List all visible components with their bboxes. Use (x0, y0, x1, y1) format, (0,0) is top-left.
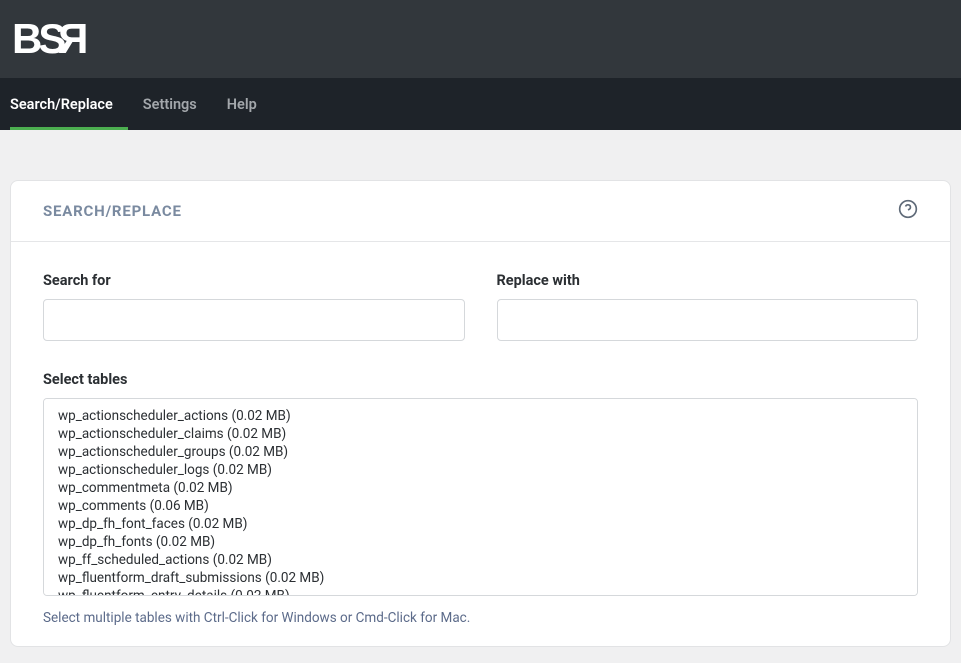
replace-label: Replace with (497, 272, 919, 289)
table-option[interactable]: wp_comments (0.06 MB) (58, 497, 917, 515)
table-option[interactable]: wp_fluentform_draft_submissions (0.02 MB… (58, 569, 917, 587)
content-area: SEARCH/REPLACE Search for Replace with (0, 130, 961, 657)
logo: BSR (12, 15, 87, 63)
tables-section: Select tables wp_actionscheduler_actions… (43, 371, 918, 626)
form-row: Search for Replace with (43, 272, 918, 341)
tables-select[interactable]: wp_actionscheduler_actions (0.02 MB)wp_a… (43, 398, 918, 596)
table-option[interactable]: wp_actionscheduler_groups (0.02 MB) (58, 443, 917, 461)
tables-label: Select tables (43, 371, 918, 388)
card-title: SEARCH/REPLACE (43, 202, 182, 220)
replace-group: Replace with (497, 272, 919, 341)
help-icon[interactable] (898, 199, 918, 223)
table-option[interactable]: wp_ff_scheduled_actions (0.02 MB) (58, 551, 917, 569)
nav-bar: Search/Replace Settings Help (0, 78, 961, 130)
tables-help-text: Select multiple tables with Ctrl-Click f… (43, 610, 918, 626)
search-label: Search for (43, 272, 465, 289)
table-option[interactable]: wp_commentmeta (0.02 MB) (58, 479, 917, 497)
table-option[interactable]: wp_actionscheduler_claims (0.02 MB) (58, 425, 917, 443)
table-option[interactable]: wp_fluentform_entry_details (0.02 MB) (58, 587, 917, 596)
table-option[interactable]: wp_actionscheduler_logs (0.02 MB) (58, 461, 917, 479)
replace-input[interactable] (497, 299, 919, 341)
card-header: SEARCH/REPLACE (11, 181, 950, 242)
search-replace-card: SEARCH/REPLACE Search for Replace with (10, 180, 951, 647)
table-option[interactable]: wp_dp_fh_font_faces (0.02 MB) (58, 515, 917, 533)
tab-help[interactable]: Help (212, 78, 272, 130)
table-option[interactable]: wp_actionscheduler_actions (0.02 MB) (58, 407, 917, 425)
card-body: Search for Replace with Select tables wp… (11, 242, 950, 646)
search-input[interactable] (43, 299, 465, 341)
table-option[interactable]: wp_dp_fh_fonts (0.02 MB) (58, 533, 917, 551)
app-header: BSR (0, 0, 961, 78)
tab-settings[interactable]: Settings (128, 78, 212, 130)
tab-search-replace[interactable]: Search/Replace (10, 78, 128, 130)
search-group: Search for (43, 272, 465, 341)
